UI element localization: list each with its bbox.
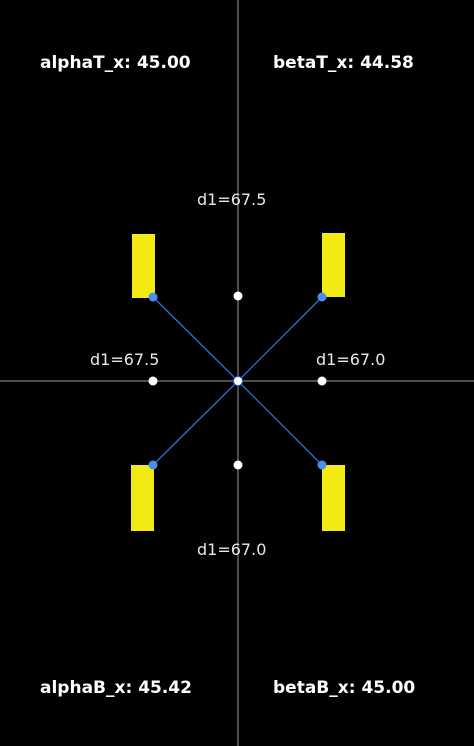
betaT-readout: betaT_x: 44.58 [273, 55, 414, 72]
link-top-left [152, 296, 239, 382]
alphaT-label: alphaT_x: [40, 53, 131, 73]
betaB-readout: betaB_x: 45.00 [273, 680, 415, 697]
betaB-value: 45.00 [361, 678, 416, 698]
distance-left: d1=67.5 [90, 350, 160, 369]
link-top-right [237, 296, 323, 382]
marker-top-left [132, 234, 155, 298]
joint-bottom-left [148, 460, 158, 470]
alphaT-readout: alphaT_x: 45.00 [40, 55, 191, 72]
marker-bottom-right [322, 465, 345, 531]
midpoint-top [233, 291, 243, 301]
joint-bottom-right [317, 460, 327, 470]
betaT-label: betaT_x: [273, 53, 355, 73]
alphaB-label: alphaB_x: [40, 678, 133, 698]
betaB-label: betaB_x: [273, 678, 356, 698]
distance-top: d1=67.5 [197, 190, 267, 209]
marker-top-right [322, 233, 345, 297]
tracking-overlay [0, 0, 474, 746]
midpoint-bottom [233, 460, 243, 470]
camera-view: alphaT_x: 45.00 betaT_x: 44.58 alphaB_x:… [0, 0, 474, 746]
distance-right: d1=67.0 [316, 350, 386, 369]
alphaT-value: 45.00 [136, 53, 191, 73]
link-bottom-right [237, 380, 323, 466]
center-point [233, 376, 243, 386]
betaT-value: 44.58 [360, 53, 414, 73]
joint-top-left [148, 292, 158, 302]
link-bottom-left [152, 380, 239, 466]
joint-top-right [317, 292, 327, 302]
marker-bottom-left [131, 465, 154, 531]
alphaB-value: 45.42 [138, 678, 192, 698]
distance-bottom: d1=67.0 [197, 540, 267, 559]
alphaB-readout: alphaB_x: 45.42 [40, 680, 192, 697]
midpoint-right [317, 376, 327, 386]
midpoint-left [148, 376, 158, 386]
